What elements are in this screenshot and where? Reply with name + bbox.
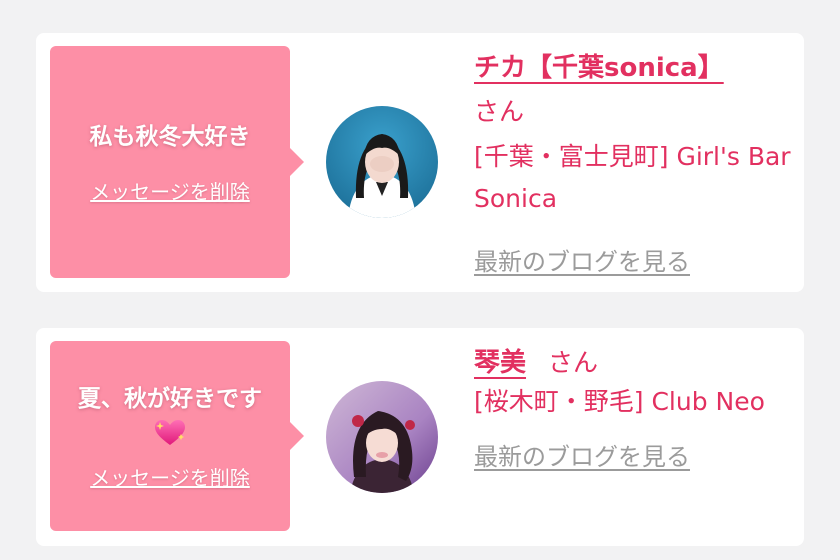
message-text: 私も秋冬大好き [89,123,251,150]
sender-info: 琴美 さん [桜木町・野毛] Club Neo 最新のブログを見る [474,342,794,472]
avatar-photo [326,381,438,493]
message-card: 私も秋冬大好き メッセージを削除 チカ【千葉sonica】 さん [千葉・富士見… [36,33,804,292]
shop-location: [千葉・富士見町] Girl's Bar Sonica [474,142,791,213]
message-bubble: 夏、秋が好きです メッセージを削除 [50,341,304,531]
avatar-photo [326,106,438,218]
avatar[interactable] [326,106,438,218]
sparkling-heart-icon [155,419,185,445]
avatar[interactable] [326,381,438,493]
sender-name-link[interactable]: チカ【千葉sonica】 [474,53,724,83]
delete-message-link[interactable]: メッセージを削除 [90,462,250,491]
shop-location: [桜木町・野毛] Club Neo [474,387,765,416]
sender-info: チカ【千葉sonica】 さん [千葉・富士見町] Girl's Bar Son… [474,47,794,277]
honorific: さん [548,348,599,377]
message-text-content: 夏、秋が好きです [78,385,262,412]
latest-blog-link[interactable]: 最新のブログを見る [474,437,690,472]
message-text: 夏、秋が好きです [66,382,274,448]
honorific: さん [474,97,525,126]
message-card: 夏、秋が好きです メッセージを削除 琴美 さん [桜木町・野毛] Club Ne… [36,328,804,546]
latest-blog-link[interactable]: 最新のブログを見る [474,242,690,277]
sender-name-link[interactable]: 琴美 [474,348,526,378]
message-bubble: 私も秋冬大好き メッセージを削除 [50,46,304,278]
delete-message-link[interactable]: メッセージを削除 [90,176,250,205]
